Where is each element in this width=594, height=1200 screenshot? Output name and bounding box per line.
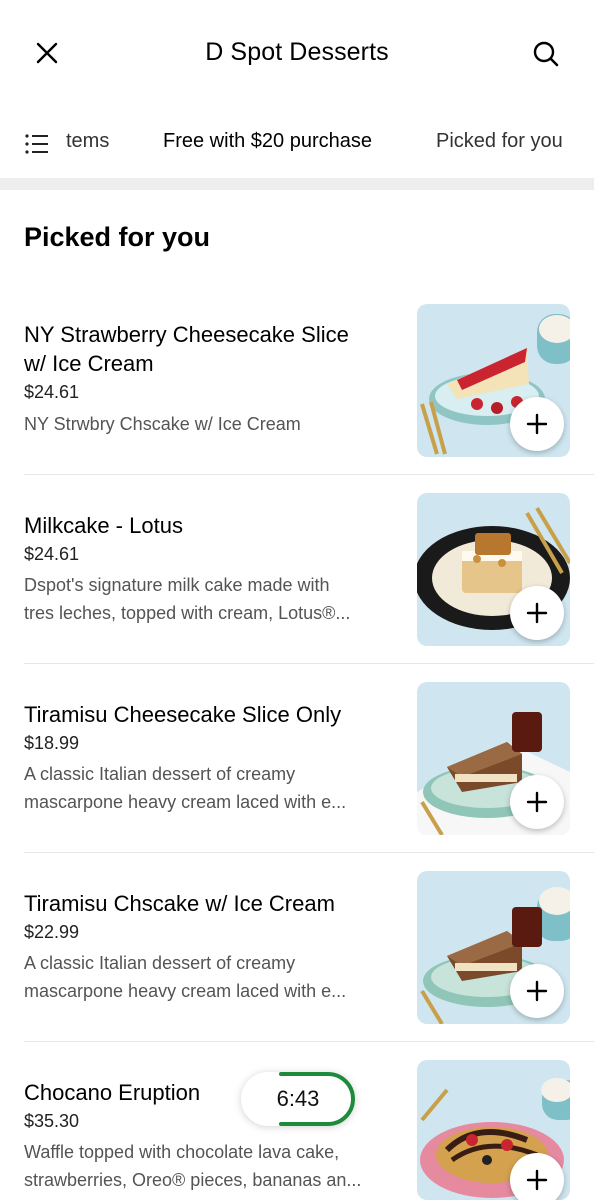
plus-icon bbox=[526, 602, 548, 624]
plus-icon bbox=[526, 980, 548, 1002]
item-description: Waffle topped with chocolate lava cake, … bbox=[24, 1142, 362, 1190]
item-description: A classic Italian dessert of creamy masc… bbox=[24, 764, 347, 812]
list-icon[interactable] bbox=[24, 132, 50, 156]
item-price: $35.30 bbox=[24, 1111, 80, 1131]
divider bbox=[0, 178, 594, 190]
add-item-button[interactable] bbox=[510, 397, 564, 451]
tab-picked-for-you[interactable]: Picked for you bbox=[436, 130, 563, 153]
category-tabs: tems Free with $20 purchase Picked for y… bbox=[0, 106, 594, 186]
add-item-button[interactable] bbox=[510, 586, 564, 640]
tab-items[interactable]: tems bbox=[66, 130, 109, 153]
add-item-button[interactable] bbox=[510, 964, 564, 1018]
item-price: $24.61 bbox=[24, 544, 80, 564]
item-name: NY Strawberry Cheesecake Slice w/ Ice Cr… bbox=[24, 322, 349, 376]
item-price: $22.99 bbox=[24, 922, 80, 942]
search-icon bbox=[533, 41, 559, 67]
item-description: A classic Italian dessert of creamy masc… bbox=[24, 953, 347, 1001]
item-description: Dspot's signature milk cake made with tr… bbox=[24, 575, 351, 623]
section-title: Picked for you bbox=[24, 222, 211, 252]
menu-item[interactable]: Tiramisu Chscake w/ Ice Cream $22.99 A c… bbox=[0, 853, 594, 1042]
top-bar: D Spot Desserts bbox=[0, 0, 594, 106]
tab-free-with-purchase[interactable]: Free with $20 purchase bbox=[163, 130, 372, 153]
plus-icon bbox=[526, 791, 548, 813]
item-name: Tiramisu Cheesecake Slice Only bbox=[24, 702, 342, 727]
add-item-button[interactable] bbox=[510, 1153, 564, 1200]
add-item-button[interactable] bbox=[510, 775, 564, 829]
plus-icon bbox=[526, 413, 548, 435]
item-name: Milkcake - Lotus bbox=[24, 513, 183, 538]
timer-progress-ring bbox=[279, 1072, 355, 1126]
item-name: Tiramisu Chscake w/ Ice Cream bbox=[24, 891, 335, 916]
plus-icon bbox=[526, 1169, 548, 1191]
menu-item[interactable]: Milkcake - Lotus $24.61 Dspot's signatur… bbox=[0, 475, 594, 664]
search-button[interactable] bbox=[526, 34, 566, 74]
menu-item[interactable]: Tiramisu Cheesecake Slice Only $18.99 A … bbox=[0, 664, 594, 853]
item-price: $24.61 bbox=[24, 382, 80, 402]
item-price: $18.99 bbox=[24, 733, 80, 753]
menu-item[interactable]: NY Strawberry Cheesecake Slice w/ Ice Cr… bbox=[0, 286, 594, 475]
store-title: D Spot Desserts bbox=[205, 38, 389, 66]
item-description: NY Strwbry Chscake w/ Ice Cream bbox=[24, 414, 301, 434]
